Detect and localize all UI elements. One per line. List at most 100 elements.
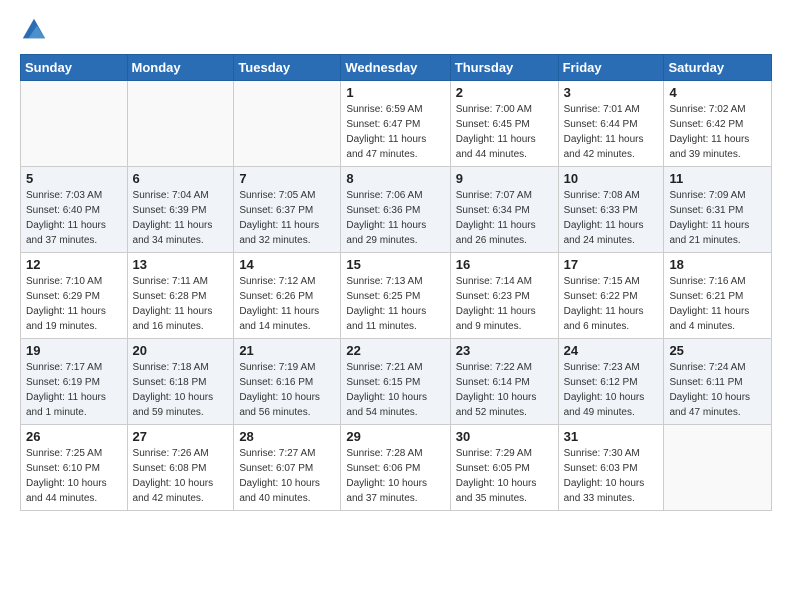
- day-number: 23: [456, 343, 553, 358]
- calendar-cell: 31 Sunrise: 7:30 AM Sunset: 6:03 PM Dayli…: [558, 425, 664, 511]
- day-info: Sunrise: 7:15 AM Sunset: 6:22 PM Dayligh…: [564, 274, 659, 334]
- calendar-header-tuesday: Tuesday: [234, 55, 341, 81]
- day-info: Sunrise: 7:17 AM Sunset: 6:19 PM Dayligh…: [26, 360, 122, 420]
- day-number: 15: [346, 257, 444, 272]
- day-info: Sunrise: 7:02 AM Sunset: 6:42 PM Dayligh…: [669, 102, 766, 162]
- day-info: Sunrise: 7:21 AM Sunset: 6:15 PM Dayligh…: [346, 360, 444, 420]
- calendar-cell: 17Sunrise: 7:15 AM Sunset: 6:22 PM Dayli…: [558, 253, 664, 339]
- day-info: Sunrise: 7:03 AM Sunset: 6:40 PM Dayligh…: [26, 188, 122, 248]
- calendar-week-row: 19 Sunrise: 7:17 AM Sunset: 6:19 PM Dayli…: [21, 339, 772, 425]
- calendar-header-row: SundayMondayTuesdayWednesdayThursdayFrid…: [21, 55, 772, 81]
- day-number: 14: [239, 257, 335, 272]
- day-info: Sunrise: 7:04 AM Sunset: 6:39 PM Dayligh…: [133, 188, 229, 248]
- day-info: Sunrise: 7:19 AM Sunset: 6:16 PM Dayligh…: [239, 360, 335, 420]
- page: SundayMondayTuesdayWednesdayThursdayFrid…: [0, 0, 792, 612]
- calendar-cell: 20 Sunrise: 7:18 AM Sunset: 6:18 PM Dayli…: [127, 339, 234, 425]
- calendar-cell: 21 Sunrise: 7:19 AM Sunset: 6:16 PM Dayli…: [234, 339, 341, 425]
- day-number: 18: [669, 257, 766, 272]
- day-info: Sunrise: 7:30 AM Sunset: 6:03 PM Dayligh…: [564, 446, 659, 506]
- calendar-week-row: 1 Sunrise: 6:59 AM Sunset: 6:47 PM Daylig…: [21, 81, 772, 167]
- day-info: Sunrise: 7:22 AM Sunset: 6:14 PM Dayligh…: [456, 360, 553, 420]
- day-number: 16: [456, 257, 553, 272]
- day-number: 28: [239, 429, 335, 444]
- day-number: 5: [26, 171, 122, 186]
- calendar-cell: 16 Sunrise: 7:14 AM Sunset: 6:23 PM Dayli…: [450, 253, 558, 339]
- day-info: Sunrise: 7:23 AM Sunset: 6:12 PM Dayligh…: [564, 360, 659, 420]
- calendar-header-wednesday: Wednesday: [341, 55, 450, 81]
- day-number: 21: [239, 343, 335, 358]
- day-number: 27: [133, 429, 229, 444]
- day-number: 12: [26, 257, 122, 272]
- header: [20, 16, 772, 44]
- day-info: Sunrise: 7:26 AM Sunset: 6:08 PM Dayligh…: [133, 446, 229, 506]
- day-number: 22: [346, 343, 444, 358]
- day-number: 20: [133, 343, 229, 358]
- calendar-cell: [234, 81, 341, 167]
- calendar-cell: 3Sunrise: 7:01 AM Sunset: 6:44 PM Daylig…: [558, 81, 664, 167]
- calendar-table: SundayMondayTuesdayWednesdayThursdayFrid…: [20, 54, 772, 511]
- calendar-cell: 7Sunrise: 7:05 AM Sunset: 6:37 PM Daylig…: [234, 167, 341, 253]
- day-number: 10: [564, 171, 659, 186]
- calendar-cell: [127, 81, 234, 167]
- calendar-header-sunday: Sunday: [21, 55, 128, 81]
- day-info: Sunrise: 7:00 AM Sunset: 6:45 PM Dayligh…: [456, 102, 553, 162]
- day-number: 19: [26, 343, 122, 358]
- calendar-cell: 29Sunrise: 7:28 AM Sunset: 6:06 PM Dayli…: [341, 425, 450, 511]
- day-info: Sunrise: 7:29 AM Sunset: 6:05 PM Dayligh…: [456, 446, 553, 506]
- day-info: Sunrise: 7:13 AM Sunset: 6:25 PM Dayligh…: [346, 274, 444, 334]
- calendar-cell: 10 Sunrise: 7:08 AM Sunset: 6:33 PM Dayli…: [558, 167, 664, 253]
- calendar-cell: 24 Sunrise: 7:23 AM Sunset: 6:12 PM Dayli…: [558, 339, 664, 425]
- calendar-cell: 22 Sunrise: 7:21 AM Sunset: 6:15 PM Dayli…: [341, 339, 450, 425]
- day-number: 9: [456, 171, 553, 186]
- calendar-cell: 12 Sunrise: 7:10 AM Sunset: 6:29 PM Dayli…: [21, 253, 128, 339]
- calendar-header-friday: Friday: [558, 55, 664, 81]
- calendar-cell: 11Sunrise: 7:09 AM Sunset: 6:31 PM Dayli…: [664, 167, 772, 253]
- day-number: 11: [669, 171, 766, 186]
- logo-icon: [20, 16, 48, 44]
- day-number: 31: [564, 429, 659, 444]
- calendar-cell: [664, 425, 772, 511]
- calendar-cell: 23 Sunrise: 7:22 AM Sunset: 6:14 PM Dayli…: [450, 339, 558, 425]
- calendar-cell: 28Sunrise: 7:27 AM Sunset: 6:07 PM Dayli…: [234, 425, 341, 511]
- calendar-cell: 1 Sunrise: 6:59 AM Sunset: 6:47 PM Daylig…: [341, 81, 450, 167]
- day-info: Sunrise: 7:16 AM Sunset: 6:21 PM Dayligh…: [669, 274, 766, 334]
- calendar-header-thursday: Thursday: [450, 55, 558, 81]
- day-number: 30: [456, 429, 553, 444]
- calendar-week-row: 5 Sunrise: 7:03 AM Sunset: 6:40 PM Daylig…: [21, 167, 772, 253]
- day-info: Sunrise: 7:28 AM Sunset: 6:06 PM Dayligh…: [346, 446, 444, 506]
- day-info: Sunrise: 7:07 AM Sunset: 6:34 PM Dayligh…: [456, 188, 553, 248]
- day-number: 1: [346, 85, 444, 100]
- day-number: 4: [669, 85, 766, 100]
- day-number: 24: [564, 343, 659, 358]
- day-info: Sunrise: 7:10 AM Sunset: 6:29 PM Dayligh…: [26, 274, 122, 334]
- calendar-cell: 8 Sunrise: 7:06 AM Sunset: 6:36 PM Daylig…: [341, 167, 450, 253]
- calendar-cell: 15 Sunrise: 7:13 AM Sunset: 6:25 PM Dayli…: [341, 253, 450, 339]
- calendar-cell: [21, 81, 128, 167]
- day-info: Sunrise: 7:06 AM Sunset: 6:36 PM Dayligh…: [346, 188, 444, 248]
- day-info: Sunrise: 6:59 AM Sunset: 6:47 PM Dayligh…: [346, 102, 444, 162]
- day-number: 26: [26, 429, 122, 444]
- day-info: Sunrise: 7:05 AM Sunset: 6:37 PM Dayligh…: [239, 188, 335, 248]
- calendar-cell: 4 Sunrise: 7:02 AM Sunset: 6:42 PM Daylig…: [664, 81, 772, 167]
- day-info: Sunrise: 7:14 AM Sunset: 6:23 PM Dayligh…: [456, 274, 553, 334]
- day-info: Sunrise: 7:12 AM Sunset: 6:26 PM Dayligh…: [239, 274, 335, 334]
- calendar-cell: 19 Sunrise: 7:17 AM Sunset: 6:19 PM Dayli…: [21, 339, 128, 425]
- calendar-cell: 9 Sunrise: 7:07 AM Sunset: 6:34 PM Daylig…: [450, 167, 558, 253]
- logo: [20, 16, 52, 44]
- day-info: Sunrise: 7:18 AM Sunset: 6:18 PM Dayligh…: [133, 360, 229, 420]
- day-info: Sunrise: 7:24 AM Sunset: 6:11 PM Dayligh…: [669, 360, 766, 420]
- calendar-header-monday: Monday: [127, 55, 234, 81]
- calendar-week-row: 26Sunrise: 7:25 AM Sunset: 6:10 PM Dayli…: [21, 425, 772, 511]
- day-number: 8: [346, 171, 444, 186]
- calendar-week-row: 12 Sunrise: 7:10 AM Sunset: 6:29 PM Dayli…: [21, 253, 772, 339]
- day-info: Sunrise: 7:08 AM Sunset: 6:33 PM Dayligh…: [564, 188, 659, 248]
- calendar-cell: 14 Sunrise: 7:12 AM Sunset: 6:26 PM Dayli…: [234, 253, 341, 339]
- calendar-cell: 2Sunrise: 7:00 AM Sunset: 6:45 PM Daylig…: [450, 81, 558, 167]
- calendar-cell: 5 Sunrise: 7:03 AM Sunset: 6:40 PM Daylig…: [21, 167, 128, 253]
- day-number: 6: [133, 171, 229, 186]
- day-number: 3: [564, 85, 659, 100]
- calendar-cell: 13Sunrise: 7:11 AM Sunset: 6:28 PM Dayli…: [127, 253, 234, 339]
- calendar-cell: 25 Sunrise: 7:24 AM Sunset: 6:11 PM Dayli…: [664, 339, 772, 425]
- calendar-cell: 30 Sunrise: 7:29 AM Sunset: 6:05 PM Dayli…: [450, 425, 558, 511]
- day-number: 25: [669, 343, 766, 358]
